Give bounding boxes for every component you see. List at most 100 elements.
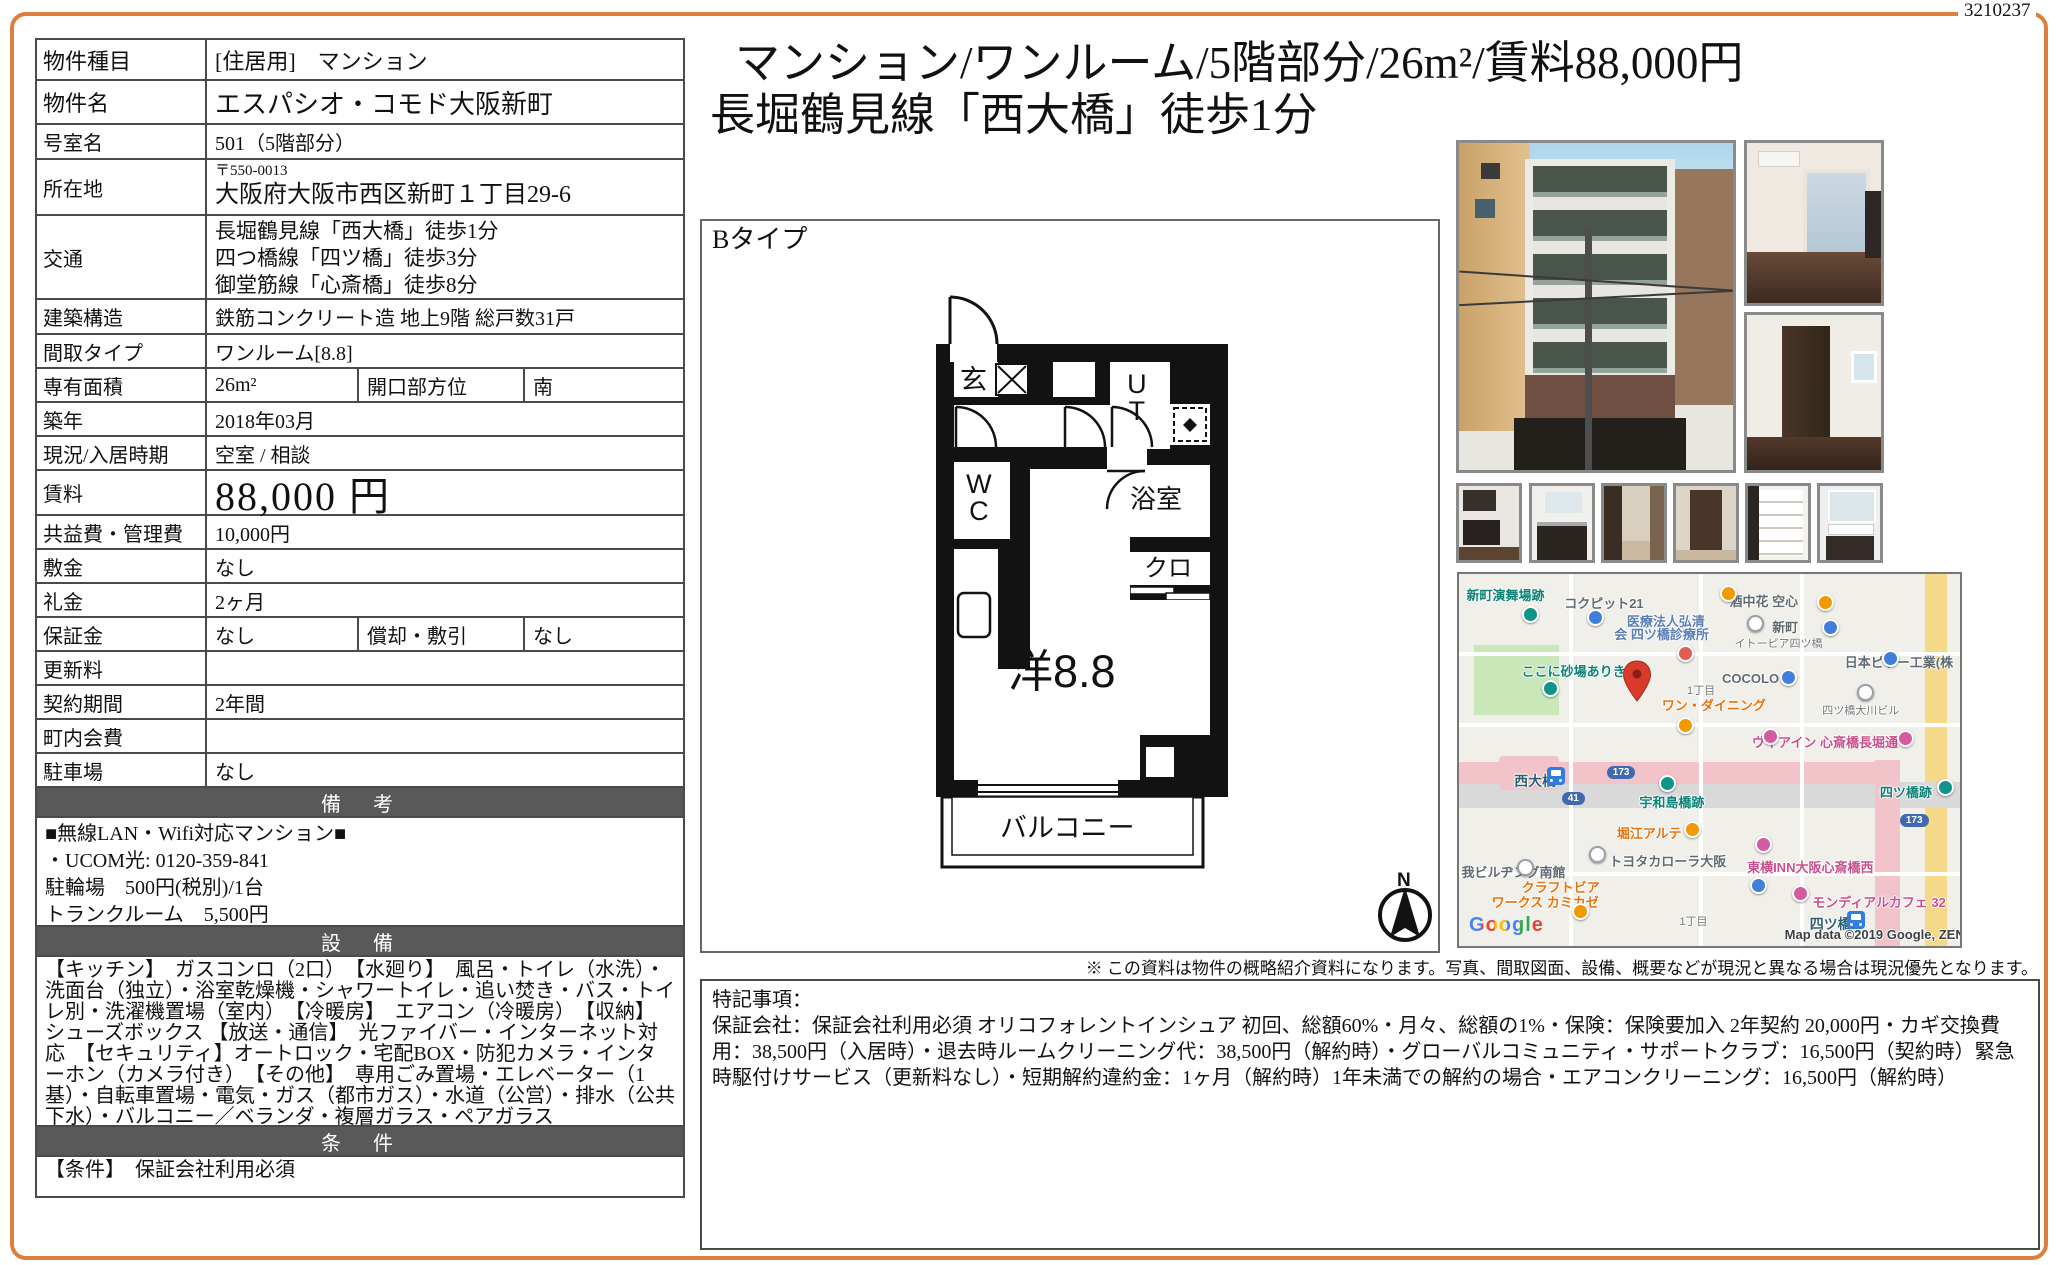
map-pin-pink	[1792, 885, 1809, 902]
row-value: なし	[207, 550, 683, 582]
station-icon	[1547, 767, 1565, 785]
table-row: 町内会費	[37, 718, 683, 752]
row-label: 駐車場	[37, 754, 207, 786]
map-pin-white	[1589, 846, 1606, 863]
map-label: 日本ピラー工業(株	[1845, 652, 1953, 671]
row-value: [住居用] マンション	[207, 40, 683, 79]
row-value: 2年間	[207, 686, 683, 718]
map-label: 東横INN大阪心斎橋西	[1747, 857, 1873, 876]
map-label: トヨタカローラ大阪	[1609, 851, 1726, 870]
biko-line: 駐輪場 500円(税別)/1台	[45, 875, 675, 902]
red-pin-icon	[1622, 660, 1652, 702]
property-sheet: 3210237 マンション/ワンルーム/5階部分/26m²/賃料88,000円 …	[0, 0, 2056, 1265]
section-body-joken: 【条件】 保証会社利用必須	[37, 1155, 683, 1196]
route-badge: 173	[1607, 766, 1636, 779]
photo-washbasin	[1817, 483, 1883, 563]
map-pin-pink	[1755, 836, 1772, 853]
photo-building-exterior	[1456, 140, 1736, 473]
document-number: 3210237	[1964, 0, 2031, 22]
map-label: 酒中花 空心	[1730, 591, 1799, 610]
compass-icon	[1380, 887, 1430, 940]
row-label: 保証金	[37, 618, 207, 650]
section-header-joken: 条 件	[37, 1125, 683, 1155]
table-row: 交通 長堀鶴見線「西大橋」徒歩1分 四つ橋線「四ツ橋」徒歩3分 御堂筋線「心斎橋…	[37, 214, 683, 298]
photo-bedroom-closet	[1744, 312, 1884, 473]
row-value: なし	[207, 754, 683, 786]
section-header-biko: 備 考	[37, 786, 683, 816]
map-pin-orange	[1817, 594, 1834, 611]
row-value: 〒550-0013 大阪府大阪市西区新町１丁目29-6	[207, 160, 683, 214]
route-badge: 41	[1562, 792, 1585, 805]
table-row: 賃料 88,000 円	[37, 469, 683, 514]
row-label: 礼金	[37, 584, 207, 616]
map-label: 宇和島橋跡	[1639, 792, 1704, 811]
row-label: 町内会費	[37, 720, 207, 752]
floorplan-type-label: Bタイプ	[712, 227, 807, 253]
row-label: 賃料	[37, 471, 207, 514]
map-pin-orange	[1720, 585, 1737, 602]
map-label: 堀江アルテ	[1617, 823, 1682, 842]
section-body-biko: ■無線LAN・Wifi対応マンション■ ・UCOM光: 0120-359-841…	[37, 816, 683, 925]
map-pin-white	[1747, 615, 1764, 632]
row-label: 物件種目	[37, 40, 207, 79]
special-notes-title: 特記事項：	[712, 987, 2028, 1013]
map-pin-blue	[1750, 877, 1767, 894]
map-label: 会 四ツ橋診療所	[1614, 624, 1709, 643]
map-label: コクピット21	[1564, 593, 1643, 612]
postal-code: 〒550-0013	[215, 161, 675, 180]
row-value: 長堀鶴見線「西大橋」徒歩1分 四つ橋線「四ツ橋」徒歩3分 御堂筋線「心斎橋」徒歩…	[207, 216, 683, 298]
room-label-genkan: 玄	[960, 367, 987, 394]
row-subvalue: なし	[525, 618, 681, 650]
floorplan-panel: Bタイプ 玄 UT WC 浴室 クロ 洋8.8 バルコニー N	[700, 219, 1440, 953]
photo-kitchen-1	[1456, 483, 1522, 563]
row-label: 交通	[37, 216, 207, 298]
map-label: COCOLO	[1722, 671, 1779, 686]
table-row: 所在地 〒550-0013 大阪府大阪市西区新町１丁目29-6	[37, 158, 683, 214]
row-label: 共益費・管理費	[37, 516, 207, 548]
map-panel: 新町演舞場跡 コクピット21 酒中花 空心 医療法人弘清 会 四ツ橋診療所 新町…	[1457, 572, 1962, 948]
map-pin-blue	[1587, 609, 1604, 626]
photo-living-room	[1744, 140, 1884, 306]
map-pin-orange	[1677, 717, 1694, 734]
access-line: 御堂筋線「心斎橋」徒歩8分	[215, 272, 675, 299]
table-row: 物件種目 [住居用] マンション	[37, 40, 683, 79]
map-pin-pink	[1897, 730, 1914, 747]
row-value: 501（5階部分）	[207, 125, 683, 158]
row-label: 建築構造	[37, 300, 207, 333]
row-sublabel: 償却・敷引	[357, 618, 525, 650]
map-label: 1丁目	[1679, 913, 1707, 929]
room-label-wc: WC	[964, 471, 994, 525]
map-label: 四ツ橋跡	[1880, 782, 1932, 801]
map-pin-medical	[1677, 645, 1694, 662]
map-pin-white	[1857, 684, 1874, 701]
table-row: 更新料	[37, 650, 683, 684]
row-label: 所在地	[37, 160, 207, 214]
section-body-setsubi: 【キッチン】 ガスコンロ（2口） 【水廻り】 風呂・トイレ（水洗）・洗面台（独立…	[37, 955, 683, 1125]
section-header-setsubi: 設 備	[37, 925, 683, 955]
access-line: 長堀鶴見線「西大橋」徒歩1分	[215, 218, 675, 245]
access-line: 四つ橋線「四ツ橋」徒歩3分	[215, 245, 675, 272]
photo-hallway	[1601, 483, 1667, 563]
special-notes-text: 保証会社：保証会社利用必須 オリコフォレントインシュア 初回、総額60%・月々、…	[712, 1013, 2028, 1091]
photo-entrance-door	[1673, 483, 1739, 563]
map-pin-teal	[1937, 779, 1954, 796]
map-label: 四ツ橋大川ビル	[1822, 702, 1899, 718]
biko-line: ・UCOM光: 0120-359-841	[45, 848, 675, 875]
row-label: 築年	[37, 403, 207, 435]
table-row: 共益費・管理費 10,000円	[37, 514, 683, 548]
row-value: 2ヶ月	[207, 584, 683, 616]
google-logo: Google	[1469, 914, 1544, 937]
route-badge: 173	[1900, 814, 1929, 827]
map-road-yellow	[1925, 574, 1948, 946]
room-label-balcony: バルコニー	[1000, 815, 1134, 842]
table-row: 敷金 なし	[37, 548, 683, 582]
map-label: 新町	[1772, 617, 1798, 636]
row-sublabel: 開口部方位	[357, 369, 525, 401]
property-table: 物件種目 [住居用] マンション 物件名 エスパシオ・コモド大阪新町 号室名 5…	[35, 38, 685, 1198]
table-row: 号室名 501（5階部分）	[37, 123, 683, 158]
room-label-main: 洋8.8	[1008, 649, 1116, 694]
table-row: 契約期間 2年間	[37, 684, 683, 718]
map-pin-white	[1517, 859, 1534, 876]
table-row: 物件名 エスパシオ・コモド大阪新町	[37, 79, 683, 123]
rent-value: 88,000 円	[207, 471, 683, 514]
